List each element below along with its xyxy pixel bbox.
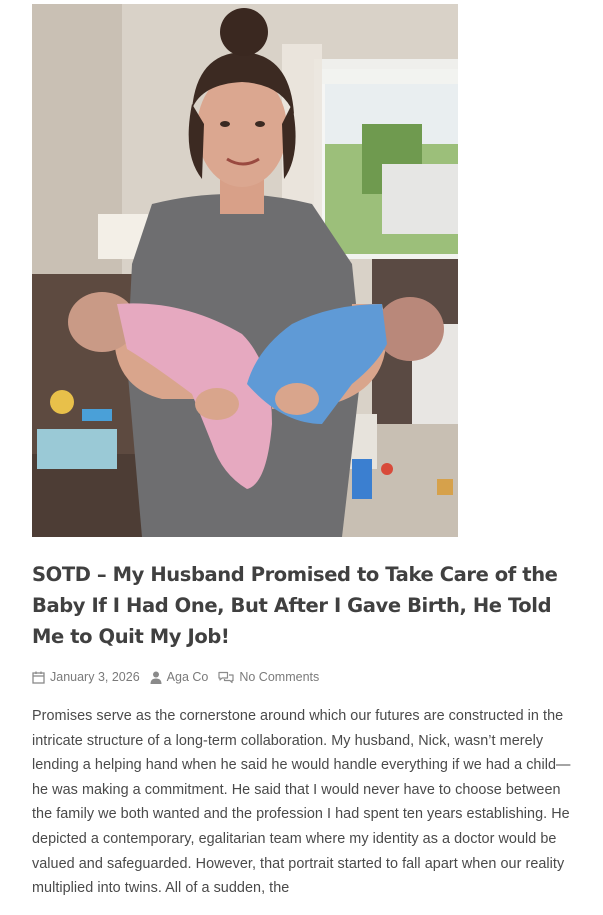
featured-image[interactable] [32, 4, 458, 537]
featured-photo [32, 4, 458, 537]
post-excerpt: Promises serve as the cornerstone around… [32, 708, 571, 897]
comments-icon [218, 671, 234, 683]
post-author-link[interactable]: Aga Co [167, 670, 209, 684]
post-meta: January 3, 2026 Aga Co No Comments [32, 670, 572, 684]
post-date-link[interactable]: January 3, 2026 [50, 670, 140, 684]
post-title[interactable]: SOTD – My Husband Promised to Take Care … [32, 559, 577, 652]
post-comments[interactable]: No Comments [218, 670, 319, 684]
post-date[interactable]: January 3, 2026 [32, 670, 140, 684]
post-author[interactable]: Aga Co [150, 670, 209, 684]
post-comments-link[interactable]: No Comments [239, 670, 319, 684]
user-icon [150, 671, 162, 684]
calendar-icon [32, 671, 45, 684]
article: SOTD – My Husband Promised to Take Care … [32, 4, 572, 915]
